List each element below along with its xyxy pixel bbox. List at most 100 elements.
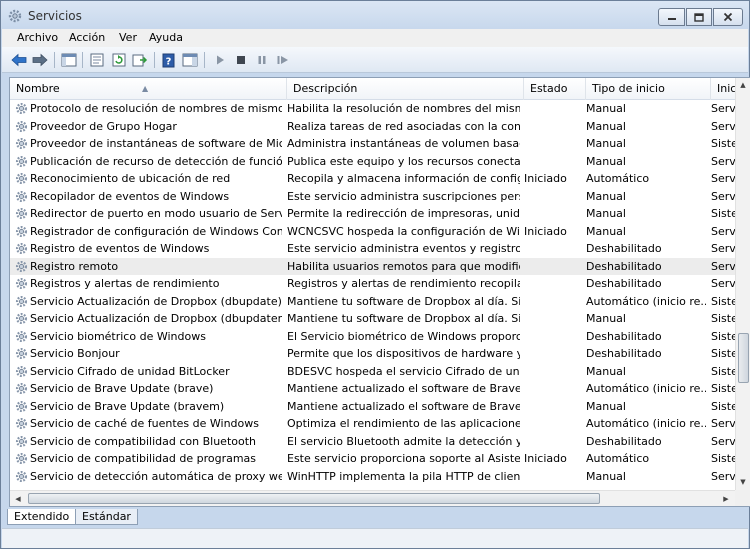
service-row[interactable]: Servicio Bonjour Permite que los disposit… (10, 345, 735, 363)
service-log-on-as: Serv (711, 189, 735, 203)
service-description: Este servicio administra suscripciones p… (287, 189, 520, 203)
horizontal-scrollbar[interactable]: ◀ ▶ (10, 490, 735, 506)
service-row[interactable]: Servicio de caché de fuentes de Windows O… (10, 415, 735, 433)
service-gear-icon (15, 242, 28, 255)
properties-button[interactable] (89, 52, 105, 68)
refresh-button[interactable] (111, 52, 127, 68)
menu-ver[interactable]: Ver (119, 31, 137, 44)
tab-estandar[interactable]: Estándar (75, 509, 138, 525)
service-gear-icon (15, 260, 28, 272)
title-bar[interactable]: Servicios (1, 1, 749, 29)
service-row[interactable]: Protocolo de resolución de nombres de mi… (10, 100, 735, 118)
service-status (524, 275, 584, 293)
service-startup-type: Deshabilitado (586, 329, 662, 343)
service-name: Registrador de configuración de Windows … (30, 224, 282, 238)
service-status (524, 153, 584, 171)
service-log-on-as: Serv (711, 469, 735, 483)
service-row[interactable]: Servicio Cifrado de unidad BitLocker BDES… (10, 363, 735, 381)
service-description: Permite la redirección de impresoras, un… (287, 207, 520, 220)
service-log-on-as: Serv (711, 172, 735, 185)
scroll-right-icon[interactable]: ▶ (719, 492, 733, 506)
service-name: Servicio de caché de fuentes de Windows (30, 417, 259, 430)
pause-service-button[interactable] (254, 52, 270, 68)
minimize-button[interactable] (658, 8, 685, 26)
service-gear-icon (15, 277, 28, 290)
scroll-down-icon[interactable]: ▼ (736, 475, 750, 489)
service-row[interactable]: Registro remoto Habilita usuarios remotos… (10, 257, 735, 275)
service-description: Este servicio administra eventos y regis… (287, 242, 520, 255)
close-button[interactable] (713, 8, 743, 26)
service-log-on-as: Siste (711, 452, 735, 465)
back-button[interactable] (11, 52, 27, 68)
service-gear-icon (15, 382, 28, 395)
service-description: Mantiene tu software de Dropbox al día. … (287, 294, 520, 308)
service-status (524, 205, 584, 223)
service-status (524, 135, 584, 153)
service-description: Administra instantáneas de volumen basad… (287, 137, 520, 150)
column-header-status[interactable]: Estado (524, 78, 586, 100)
menu-accion[interactable]: Acción (69, 31, 105, 44)
column-header-description[interactable]: Descripción (287, 78, 524, 100)
service-row[interactable]: Publicación de recurso de detección de f… (10, 153, 735, 171)
service-log-on-as: Siste (711, 329, 735, 343)
service-log-on-as: Siste (711, 137, 735, 150)
service-row[interactable]: Registrador de configuración de Windows … (10, 223, 735, 241)
service-row[interactable]: Servicio de Brave Update (bravem) Mantien… (10, 398, 735, 416)
menu-bar: Archivo Acción Ver Ayuda (2, 29, 748, 47)
service-row[interactable]: Redirector de puerto en modo usuario de … (10, 205, 735, 223)
column-header-name[interactable]: Nombre ▲ (10, 78, 287, 100)
horizontal-scroll-thumb[interactable] (28, 493, 600, 504)
service-row[interactable]: Proveedor de Grupo Hogar Realiza tareas d… (10, 118, 735, 136)
scrollbar-corner (735, 490, 750, 506)
service-row[interactable]: Servicio de detección automática de prox… (10, 468, 735, 486)
toolbar-separator (82, 52, 83, 68)
service-gear-icon (15, 417, 28, 430)
service-row[interactable]: Registros y alertas de rendimiento Regist… (10, 275, 735, 293)
service-name: Servicio de compatibilidad de programas (30, 452, 257, 465)
service-description: WinHTTP implementa la pila HTTP de clien… (287, 469, 520, 483)
service-row[interactable]: Proveedor de instantáneas de software de… (10, 135, 735, 153)
service-row[interactable]: Servicio de Brave Update (brave) Mantiene… (10, 380, 735, 398)
show-hide-action-pane-button[interactable] (182, 52, 198, 68)
vertical-scrollbar[interactable]: ▲ ▼ (735, 78, 750, 490)
service-startup-type: Automático (inicio re... (586, 382, 706, 395)
menu-archivo[interactable]: Archivo (17, 31, 58, 44)
service-description: Realiza tareas de red asociadas con la c… (287, 119, 520, 133)
scroll-up-icon[interactable]: ▲ (736, 78, 750, 92)
tab-extendido[interactable]: Extendido (7, 509, 77, 525)
stop-service-button[interactable] (233, 52, 249, 68)
service-name: Servicio Actualización de Dropbox (dbupd… (30, 312, 282, 325)
service-gear-icon (15, 207, 28, 220)
toolbar-separator (54, 52, 55, 68)
service-description: Habilita la resolución de nombres del mi… (287, 102, 520, 115)
restart-icon (277, 56, 288, 64)
maximize-button[interactable] (686, 8, 712, 26)
export-list-button[interactable] (132, 52, 148, 68)
start-service-button[interactable] (212, 52, 228, 68)
service-description: El Servicio biométrico de Windows propor… (287, 329, 520, 343)
vertical-scroll-thumb[interactable] (738, 333, 749, 383)
service-row[interactable]: Reconocimiento de ubicación de red Recopi… (10, 170, 735, 188)
forward-button[interactable] (32, 52, 48, 68)
service-row[interactable]: Recopilador de eventos de Windows Este se… (10, 188, 735, 206)
service-row[interactable]: Servicio Actualización de Dropbox (dbupd… (10, 293, 735, 311)
service-name: Publicación de recurso de detección de f… (30, 154, 282, 168)
services-list[interactable]: Nombre ▲ Descripción Estado Tipo de inic… (9, 77, 750, 507)
column-header-startup-type[interactable]: Tipo de inicio (586, 78, 711, 100)
console-tree-button[interactable] (61, 52, 77, 68)
service-row[interactable]: Servicio Actualización de Dropbox (dbupd… (10, 310, 735, 328)
restart-service-button[interactable] (275, 52, 291, 68)
scroll-left-icon[interactable]: ◀ (11, 492, 25, 506)
service-startup-type: Deshabilitado (586, 277, 662, 290)
menu-ayuda[interactable]: Ayuda (149, 31, 183, 44)
service-row[interactable]: Servicio biométrico de Windows El Servici… (10, 328, 735, 346)
stop-icon (237, 56, 245, 64)
service-row[interactable]: Registro de eventos de Windows Este servi… (10, 240, 735, 258)
service-row[interactable]: Servicio de compatibilidad de programas E… (10, 450, 735, 468)
service-row[interactable]: Servicio de compatibilidad con Bluetooth… (10, 433, 735, 451)
service-log-on-as: Serv (711, 242, 735, 255)
service-log-on-as: Serv (711, 154, 735, 168)
column-header-log-on-as[interactable]: Inici (711, 78, 735, 100)
help-button[interactable]: ? (161, 52, 177, 68)
service-startup-type: Manual (586, 154, 626, 168)
